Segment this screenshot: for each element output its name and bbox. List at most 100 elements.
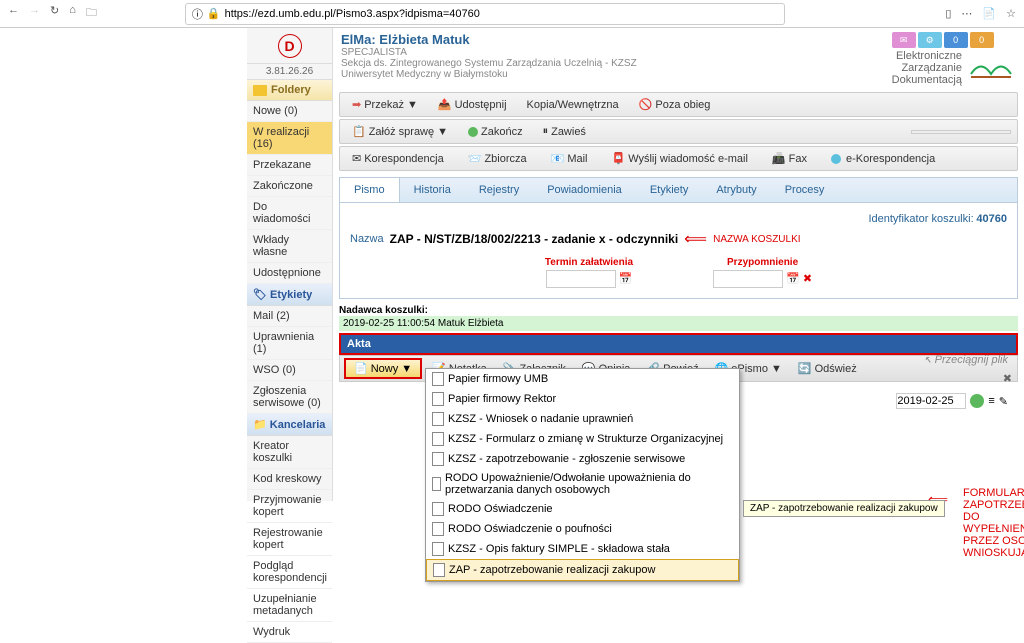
url-bar[interactable]: ⓘ 🔒 https://ezd.umb.edu.pl/Pismo3.aspx?i… bbox=[185, 3, 785, 25]
dd-item-4[interactable]: KZSZ - zapotrzebowanie - zgłoszenie serw… bbox=[426, 449, 739, 469]
side-kod[interactable]: Kod kreskowy bbox=[247, 469, 332, 490]
side-podglad[interactable]: Podgląd korespondencji bbox=[247, 556, 332, 589]
side-przyjm[interactable]: Przyjmowanie kopert bbox=[247, 490, 332, 523]
tab-rejestry[interactable]: Rejestry bbox=[465, 178, 533, 202]
user-role: SPECJALISTA bbox=[341, 47, 892, 58]
side-udost[interactable]: Udostępnione bbox=[247, 263, 332, 284]
forward-icon[interactable]: → bbox=[29, 4, 40, 23]
dd-item-5[interactable]: RODO Upoważnienie/Odwołanie upoważnienia… bbox=[426, 469, 739, 499]
foldery-header[interactable]: Foldery bbox=[247, 80, 332, 101]
przyp-input[interactable] bbox=[713, 270, 783, 288]
termin-input[interactable] bbox=[546, 270, 616, 288]
dd-item-9[interactable]: ZAP - zapotrzebowanie realizacji zakupow bbox=[426, 559, 739, 581]
app-logo: D bbox=[278, 34, 302, 58]
dd-item-3[interactable]: KZSZ - Formularz o zmianę w Strukturze O… bbox=[426, 429, 739, 449]
drag-hint: ↖ Przeciągnij plik bbox=[923, 354, 1008, 366]
zawies-button[interactable]: ⏸ Zawieś bbox=[537, 123, 592, 140]
mail-button[interactable]: 📧 Mail bbox=[545, 150, 596, 167]
tab-historia[interactable]: Historia bbox=[400, 178, 465, 202]
kancelaria-header[interactable]: 📁 Kancelaria bbox=[247, 414, 332, 436]
side-upraw[interactable]: Uprawnienia (1) bbox=[247, 327, 332, 360]
nazwa-note: NAZWA KOSZULKI bbox=[713, 234, 800, 245]
user-uni: Uniwersytet Medyczny w Białymstoku bbox=[341, 69, 892, 80]
status-icon[interactable] bbox=[970, 394, 984, 408]
badge-3[interactable]: 0 bbox=[944, 32, 968, 48]
folder-icon[interactable]: 🗀 bbox=[86, 4, 97, 23]
badge-1[interactable]: ✉ bbox=[892, 32, 916, 48]
nowy-button[interactable]: 📄 Nowy ▼ bbox=[344, 358, 422, 379]
akta-header: Akta bbox=[339, 333, 1018, 355]
info-icon: ⓘ bbox=[192, 6, 203, 22]
user-name: ElMa: Elżbieta Matuk bbox=[341, 32, 892, 47]
zakoncz-button[interactable]: Zakończ bbox=[462, 124, 529, 140]
badge-2[interactable]: ⚙ bbox=[918, 32, 942, 48]
close-icon[interactable]: ✖ bbox=[1003, 372, 1012, 385]
dd-item-0[interactable]: Papier firmowy UMB bbox=[426, 369, 739, 389]
nowy-dropdown: Papier firmowy UMB Papier firmowy Rektor… bbox=[425, 368, 740, 582]
zbiorcza-button[interactable]: 📨 Zbiorcza bbox=[462, 150, 535, 167]
menu-icon[interactable]: ⋯ bbox=[961, 7, 972, 20]
przekaz-button[interactable]: ➡Przekaż ▼ bbox=[346, 96, 424, 113]
side-nowe[interactable]: Nowe (0) bbox=[247, 101, 332, 122]
side-dowiad[interactable]: Do wiadomości bbox=[247, 197, 332, 230]
side-wklady[interactable]: Wkłady własne bbox=[247, 230, 332, 263]
dd-item-1[interactable]: Papier firmowy Rektor bbox=[426, 389, 739, 409]
tab-etykiety[interactable]: Etykiety bbox=[636, 178, 703, 202]
przyp-label: Przypomnienie bbox=[713, 257, 812, 268]
red-note: FORMULARZ ZAPOTRZEBOWANIA DOWYPEŁNIENIA … bbox=[963, 487, 1024, 559]
star-icon[interactable]: ☆ bbox=[1006, 7, 1016, 20]
home-icon[interactable]: ⌂ bbox=[69, 4, 76, 23]
tab-procesy[interactable]: Procesy bbox=[771, 178, 839, 202]
side-zakonczone[interactable]: Zakończone bbox=[247, 176, 332, 197]
dd-item-7[interactable]: RODO Oświadczenie o poufności bbox=[426, 519, 739, 539]
poza-button[interactable]: 🚫 Poza obieg bbox=[633, 96, 717, 113]
side-uzup[interactable]: Uzupełnianie metadanych bbox=[247, 589, 332, 622]
ekoresp-button[interactable]: e-Korespondencja bbox=[825, 151, 943, 167]
wyslij-button[interactable]: 📮 Wyślij wiadomość e-mail bbox=[606, 150, 756, 167]
version: 3.81.26.26 bbox=[247, 64, 332, 80]
reader-icon[interactable]: 📄 bbox=[982, 7, 996, 20]
lock-icon: 🔒 bbox=[207, 7, 221, 20]
menu-icon-small[interactable]: ≡ bbox=[988, 395, 994, 407]
reload-icon[interactable]: ↻ bbox=[50, 4, 59, 23]
koresp-button[interactable]: ✉ Korespondencja bbox=[346, 150, 452, 167]
side-kreator[interactable]: Kreator koszulki bbox=[247, 436, 332, 469]
row-date-input[interactable] bbox=[896, 393, 966, 409]
udostepnij-button[interactable]: 📤 Udostępnij bbox=[432, 96, 513, 113]
badge-4[interactable]: 0 bbox=[970, 32, 994, 48]
user-dept: Sekcja ds. Zintegrowanego Systemu Zarząd… bbox=[341, 58, 892, 69]
zaloz-button[interactable]: 📋 Załóż sprawę ▼ bbox=[346, 123, 454, 140]
doc-id: 40760 bbox=[976, 213, 1007, 225]
url-text: https://ezd.umb.edu.pl/Pismo3.aspx?idpis… bbox=[225, 8, 480, 20]
side-wydruk[interactable]: Wydruk bbox=[247, 622, 332, 643]
back-icon[interactable]: ← bbox=[8, 4, 19, 23]
org-logo bbox=[966, 54, 1016, 82]
nadawca-value: 2019-02-25 11:00:54 Matuk Elżbieta bbox=[339, 316, 1018, 331]
side-zglosz[interactable]: Zgłoszenia serwisowe (0) bbox=[247, 381, 332, 414]
termin-label: Termin załatwienia bbox=[545, 257, 633, 268]
side-wrealizacji[interactable]: W realizacji (16) bbox=[247, 122, 332, 155]
etykiety-header[interactable]: 🏷 Etykiety bbox=[247, 284, 332, 306]
odswiez-button[interactable]: 🔄 Odśwież bbox=[792, 360, 863, 377]
tab-pismo[interactable]: Pismo bbox=[340, 178, 400, 202]
clear-icon[interactable]: ✖ bbox=[803, 273, 812, 285]
nazwa-label: Nazwa bbox=[350, 233, 384, 245]
side-wso[interactable]: WSO (0) bbox=[247, 360, 332, 381]
dd-item-2[interactable]: KZSZ - Wniosek o nadanie uprawnień bbox=[426, 409, 739, 429]
side-rejestr[interactable]: Rejestrowanie kopert bbox=[247, 523, 332, 556]
side-mail[interactable]: Mail (2) bbox=[247, 306, 332, 327]
kopia-button[interactable]: Kopia/Wewnętrzna bbox=[521, 97, 625, 113]
dd-item-6[interactable]: RODO Oświadczenie bbox=[426, 499, 739, 519]
nazwa-value: ZAP - N/ST/ZB/18/002/2213 - zadanie x - … bbox=[390, 232, 679, 246]
tab-atrybuty[interactable]: Atrybuty bbox=[702, 178, 770, 202]
side-przekazane[interactable]: Przekazane bbox=[247, 155, 332, 176]
dd-item-8[interactable]: KZSZ - Opis faktury SIMPLE - składowa st… bbox=[426, 539, 739, 559]
edit-icon[interactable]: ✎ bbox=[999, 395, 1008, 408]
pocket-icon[interactable]: ▯ bbox=[945, 7, 951, 20]
arrow-icon: ⟸ bbox=[684, 229, 707, 249]
tooltip: ZAP - zapotrzebowanie realizacji zakupow bbox=[743, 500, 945, 517]
nadawca-label: Nadawca koszulki: bbox=[339, 305, 1018, 316]
fax-button[interactable]: 📠 Fax bbox=[766, 150, 815, 167]
tab-powiad[interactable]: Powiadomienia bbox=[533, 178, 636, 202]
progress-bar bbox=[911, 130, 1011, 134]
